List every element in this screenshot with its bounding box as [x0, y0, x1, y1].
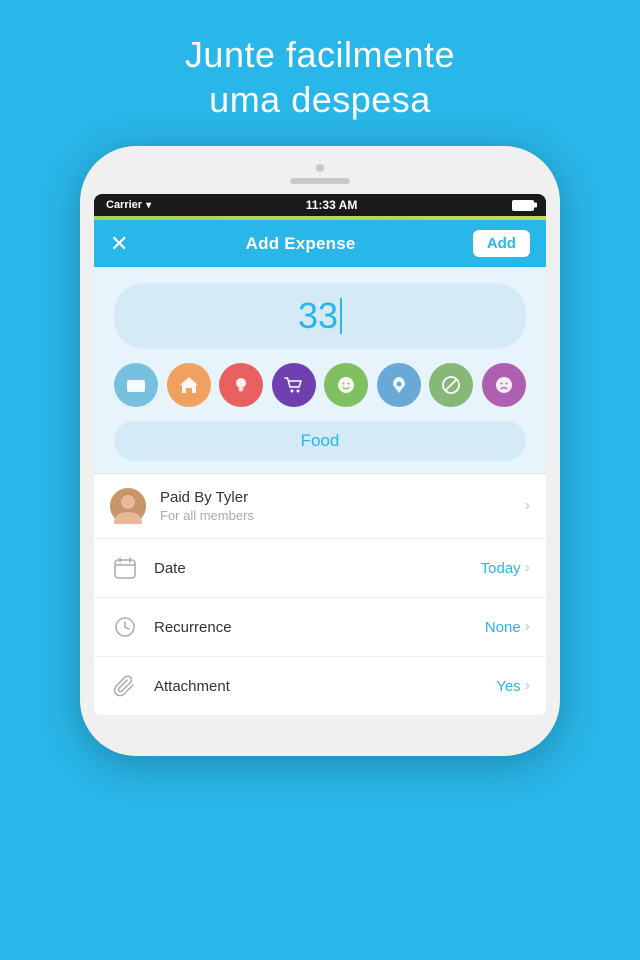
bills-icon	[125, 374, 147, 396]
attachment-chevron-icon: ›	[525, 677, 530, 695]
rocket-icon	[388, 374, 410, 396]
phone-frame: Carrier ▾ 11:33 AM ✕ Add Expense Add 33	[80, 146, 560, 756]
phone-bottom	[94, 716, 546, 732]
amount-value: 33	[298, 295, 338, 337]
calendar-icon	[110, 553, 140, 583]
headline: Junte facilmente uma despesa	[185, 32, 455, 122]
attachment-content: Attachment	[154, 678, 482, 695]
clock-icon	[110, 612, 140, 642]
paid-by-content: Paid By Tyler For all members	[160, 489, 511, 523]
category-icon-home[interactable]	[167, 363, 211, 407]
wifi-icon: ▾	[146, 200, 151, 211]
paid-by-chevron: ›	[525, 497, 530, 515]
recurrence-title: Recurrence	[154, 619, 471, 636]
category-icon-no[interactable]	[429, 363, 473, 407]
camera-dot	[316, 164, 324, 172]
cursor	[340, 298, 342, 334]
smiley-icon	[335, 374, 357, 396]
headline-line1: Junte facilmente	[185, 34, 455, 75]
nav-title: Add Expense	[246, 234, 356, 254]
calendar-svg	[113, 556, 137, 580]
attachment-value: Yes	[496, 678, 520, 695]
category-icon-rocket[interactable]	[377, 363, 421, 407]
paperclip-svg	[113, 674, 137, 698]
attachment-row[interactable]: Attachment Yes ›	[94, 657, 546, 716]
cart-icon	[283, 374, 305, 396]
attachment-title: Attachment	[154, 678, 482, 695]
status-bar: Carrier ▾ 11:33 AM	[94, 194, 546, 216]
phone-screen: Carrier ▾ 11:33 AM ✕ Add Expense Add 33	[94, 194, 546, 716]
avatar-svg	[110, 488, 146, 524]
category-icon-happy[interactable]	[324, 363, 368, 407]
category-name-field[interactable]: Food	[114, 421, 526, 461]
category-icon-shopping[interactable]	[272, 363, 316, 407]
home-icon	[178, 374, 200, 396]
close-button[interactable]: ✕	[110, 231, 128, 257]
phone-top	[94, 164, 546, 184]
avatar	[110, 488, 146, 524]
carrier-text: Carrier	[106, 199, 142, 211]
date-value: Today	[481, 560, 521, 577]
no-icon	[440, 374, 462, 396]
content-area: 33	[94, 267, 546, 473]
date-value-container: Today ›	[481, 559, 530, 577]
date-content: Date	[154, 560, 467, 577]
category-icon-lightbulb[interactable]	[219, 363, 263, 407]
category-row	[114, 363, 526, 407]
battery-icon	[512, 200, 534, 211]
amount-field[interactable]: 33	[114, 283, 526, 349]
speaker-bar	[290, 178, 350, 184]
date-title: Date	[154, 560, 467, 577]
paid-by-subtitle: For all members	[160, 508, 511, 523]
clock-svg	[113, 615, 137, 639]
chevron-icon: ›	[525, 497, 530, 515]
status-left: Carrier ▾	[106, 199, 151, 211]
category-icon-sad[interactable]	[482, 363, 526, 407]
recurrence-chevron-icon: ›	[525, 618, 530, 636]
paperclip-icon	[110, 671, 140, 701]
attachment-value-container: Yes ›	[496, 677, 530, 695]
date-row[interactable]: Date Today ›	[94, 539, 546, 598]
recurrence-value: None	[485, 619, 521, 636]
recurrence-value-container: None ›	[485, 618, 530, 636]
list-section: Paid By Tyler For all members ›	[94, 473, 546, 716]
paid-by-title: Paid By Tyler	[160, 489, 511, 506]
status-right	[512, 200, 534, 211]
paid-by-row[interactable]: Paid By Tyler For all members ›	[94, 474, 546, 539]
add-expense-button[interactable]: Add	[473, 230, 530, 257]
category-name-text: Food	[301, 431, 340, 450]
lightbulb-icon	[230, 374, 252, 396]
sad-icon	[493, 374, 515, 396]
recurrence-content: Recurrence	[154, 619, 471, 636]
date-chevron-icon: ›	[525, 559, 530, 577]
headline-line2: uma despesa	[209, 79, 431, 120]
category-icon-bills[interactable]	[114, 363, 158, 407]
recurrence-row[interactable]: Recurrence None ›	[94, 598, 546, 657]
status-time: 11:33 AM	[306, 198, 358, 212]
nav-bar: ✕ Add Expense Add	[94, 220, 546, 267]
